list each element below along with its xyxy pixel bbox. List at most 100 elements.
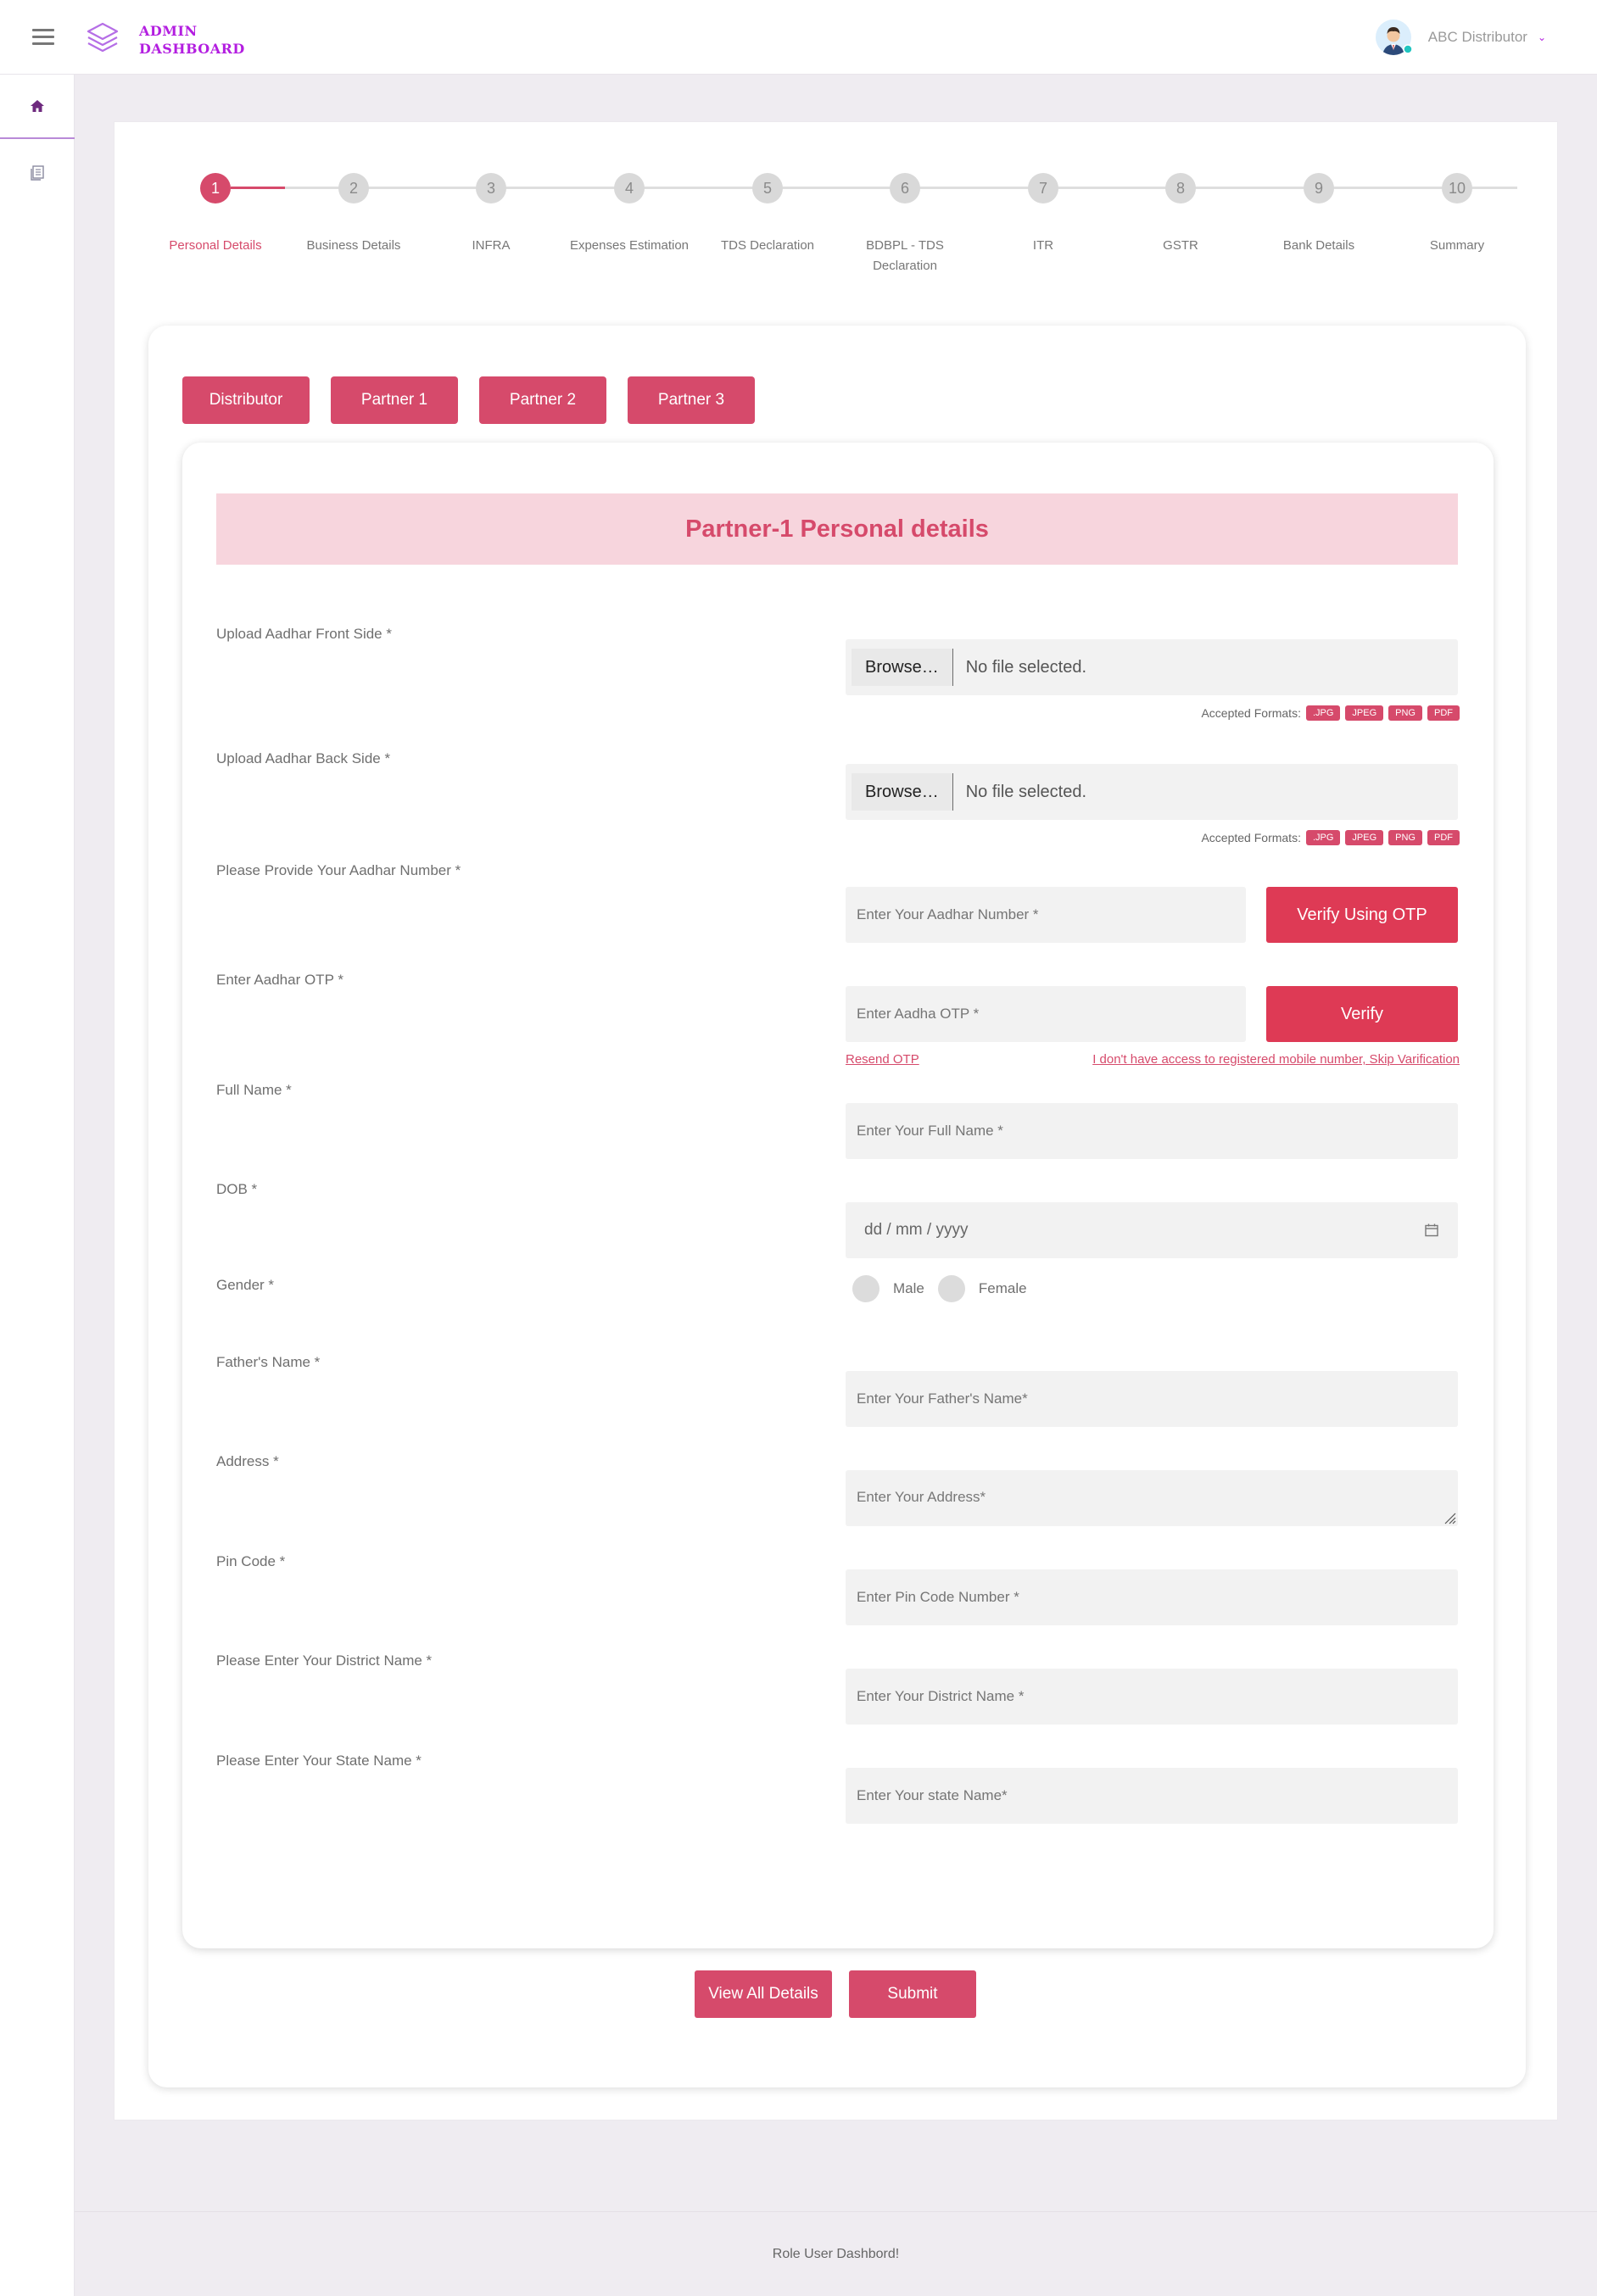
step-3-circle[interactable]: 3 xyxy=(476,173,506,203)
hamburger-menu-icon[interactable] xyxy=(32,29,54,45)
step-9-label[interactable]: Bank Details xyxy=(1251,236,1387,256)
sidebar-item-home[interactable] xyxy=(0,75,75,139)
form-actions: View All Details Submit xyxy=(695,1970,976,2018)
step-8-circle[interactable]: 8 xyxy=(1165,173,1196,203)
full-name-label: Full Name * xyxy=(216,1082,292,1098)
step-5-circle[interactable]: 5 xyxy=(752,173,783,203)
home-icon xyxy=(31,100,44,112)
pin-code-input[interactable] xyxy=(846,1569,1458,1625)
chevron-down-icon: ⌄ xyxy=(1537,31,1546,43)
footer-text: Role User Dashbord! xyxy=(772,2246,900,2261)
aadhar-back-label: Upload Aadhar Back Side * xyxy=(216,750,391,766)
format-badge-pdf: PDF xyxy=(1427,705,1460,721)
step-5-label[interactable]: TDS Declaration xyxy=(700,236,835,256)
step-2-circle[interactable]: 2 xyxy=(338,173,369,203)
page-footer: Role User Dashbord! xyxy=(75,2211,1597,2296)
gender-label: Gender * xyxy=(216,1277,275,1293)
address-label: Address * xyxy=(216,1453,279,1469)
progress-stepper: 1 Personal Details 2 Business Details 3 … xyxy=(114,122,1559,292)
step-2-label[interactable]: Business Details xyxy=(286,236,422,256)
step-4-circle[interactable]: 4 xyxy=(614,173,645,203)
form-section-title: Partner-1 Personal details xyxy=(216,493,1458,565)
tab-partner-3[interactable]: Partner 3 xyxy=(628,376,755,424)
dob-input[interactable]: dd / mm / yyyy xyxy=(846,1202,1458,1258)
personal-details-form: Partner-1 Personal details Upload Aadhar… xyxy=(182,443,1494,1948)
format-badge-jpeg: JPEG xyxy=(1345,830,1384,845)
step-9-circle[interactable]: 9 xyxy=(1304,173,1334,203)
document-list-icon xyxy=(31,165,44,181)
file-status-front: No file selected. xyxy=(965,657,1086,677)
user-menu[interactable]: ABC Distributor ⌄ xyxy=(1375,19,1546,56)
aadhar-front-label: Upload Aadhar Front Side * xyxy=(216,626,392,642)
step-6-circle[interactable]: 6 xyxy=(890,173,920,203)
view-all-details-button[interactable]: View All Details xyxy=(695,1970,832,2018)
resize-handle-icon[interactable] xyxy=(1443,1511,1456,1524)
gender-male-radio[interactable] xyxy=(852,1275,879,1302)
step-8-label[interactable]: GSTR xyxy=(1113,236,1248,256)
resend-otp-link[interactable]: Resend OTP xyxy=(846,1052,919,1067)
format-badge-pdf: PDF xyxy=(1427,830,1460,845)
aadhar-back-file-input[interactable]: Browse… No file selected. xyxy=(846,764,1458,820)
step-1-label[interactable]: Personal Details xyxy=(148,236,283,256)
browse-button-front[interactable]: Browse… xyxy=(852,649,953,686)
step-6-label[interactable]: BDBPL - TDS Declaration xyxy=(854,236,956,276)
state-label: Please Enter Your State Name * xyxy=(216,1753,422,1769)
step-10-circle[interactable]: 10 xyxy=(1442,173,1472,203)
step-4-label[interactable]: Expenses Estimation xyxy=(561,236,697,256)
gender-male-label: Male xyxy=(893,1280,924,1296)
step-3-label[interactable]: INFRA xyxy=(423,236,559,256)
main-content-card: 1 Personal Details 2 Business Details 3 … xyxy=(114,121,1558,2120)
step-1-circle[interactable]: 1 xyxy=(200,173,231,203)
dob-label: DOB * xyxy=(216,1181,258,1197)
aadhar-number-input[interactable] xyxy=(846,887,1246,943)
accepted-formats-label: Accepted Formats: xyxy=(1201,831,1301,844)
format-badge-jpg: .JPG xyxy=(1305,705,1341,721)
sidebar xyxy=(0,75,75,2296)
step-10-label[interactable]: Summary xyxy=(1389,236,1525,256)
tab-partner-2[interactable]: Partner 2 xyxy=(479,376,606,424)
tab-partner-1[interactable]: Partner 1 xyxy=(331,376,458,424)
dob-placeholder: dd / mm / yyyy xyxy=(864,1221,969,1239)
sidebar-item-documents[interactable] xyxy=(0,141,75,205)
gender-female-label: Female xyxy=(978,1280,1027,1296)
step-7-circle[interactable]: 7 xyxy=(1028,173,1058,203)
full-name-input[interactable] xyxy=(846,1103,1458,1159)
aadhar-otp-input[interactable] xyxy=(846,986,1246,1042)
logo-line-2: DASHBOARD xyxy=(139,41,245,57)
online-status-icon xyxy=(1403,44,1413,54)
calendar-icon[interactable] xyxy=(1424,1223,1439,1238)
format-badge-png: PNG xyxy=(1388,705,1422,721)
format-badge-jpg: .JPG xyxy=(1305,830,1341,845)
gender-radio-group: Male Female xyxy=(852,1275,1041,1302)
format-badge-png: PNG xyxy=(1388,830,1422,845)
address-placeholder: Enter Your Address* xyxy=(857,1489,986,1505)
accepted-formats-label: Accepted Formats: xyxy=(1201,706,1301,720)
form-container-card: Distributor Partner 1 Partner 2 Partner … xyxy=(148,326,1526,2087)
partner-tabs: Distributor Partner 1 Partner 2 Partner … xyxy=(182,376,776,424)
format-badge-jpeg: JPEG xyxy=(1345,705,1384,721)
tab-distributor[interactable]: Distributor xyxy=(182,376,310,424)
verify-button[interactable]: Verify xyxy=(1266,986,1458,1042)
app-logo-text[interactable]: ADMIN DASHBOARD xyxy=(139,22,245,58)
user-name: ABC Distributor xyxy=(1427,29,1527,45)
aadhar-otp-label: Enter Aadhar OTP * xyxy=(216,972,343,988)
address-textarea[interactable]: Enter Your Address* xyxy=(846,1470,1458,1526)
file-status-back: No file selected. xyxy=(965,782,1086,801)
aadhar-front-file-input[interactable]: Browse… No file selected. xyxy=(846,639,1458,695)
submit-button[interactable]: Submit xyxy=(849,1970,976,2018)
pin-code-label: Pin Code * xyxy=(216,1553,286,1569)
top-header: ADMIN DASHBOARD ABC Distributor ⌄ xyxy=(0,0,1597,75)
step-7-label[interactable]: ITR xyxy=(975,236,1111,256)
verify-using-otp-button[interactable]: Verify Using OTP xyxy=(1266,887,1458,943)
skip-verification-link[interactable]: I don't have access to registered mobile… xyxy=(1092,1052,1460,1067)
state-input[interactable] xyxy=(846,1768,1458,1824)
district-input[interactable] xyxy=(846,1669,1458,1725)
browse-button-back[interactable]: Browse… xyxy=(852,773,953,811)
logo-line-1: ADMIN xyxy=(139,23,198,39)
gender-female-radio[interactable] xyxy=(937,1275,965,1302)
step-connector xyxy=(231,187,285,189)
layers-logo-icon xyxy=(87,22,119,53)
accepted-formats-back: Accepted Formats: .JPG JPEG PNG PDF xyxy=(1201,830,1460,845)
aadhar-number-label: Please Provide Your Aadhar Number * xyxy=(216,862,461,878)
father-name-input[interactable] xyxy=(846,1371,1458,1427)
